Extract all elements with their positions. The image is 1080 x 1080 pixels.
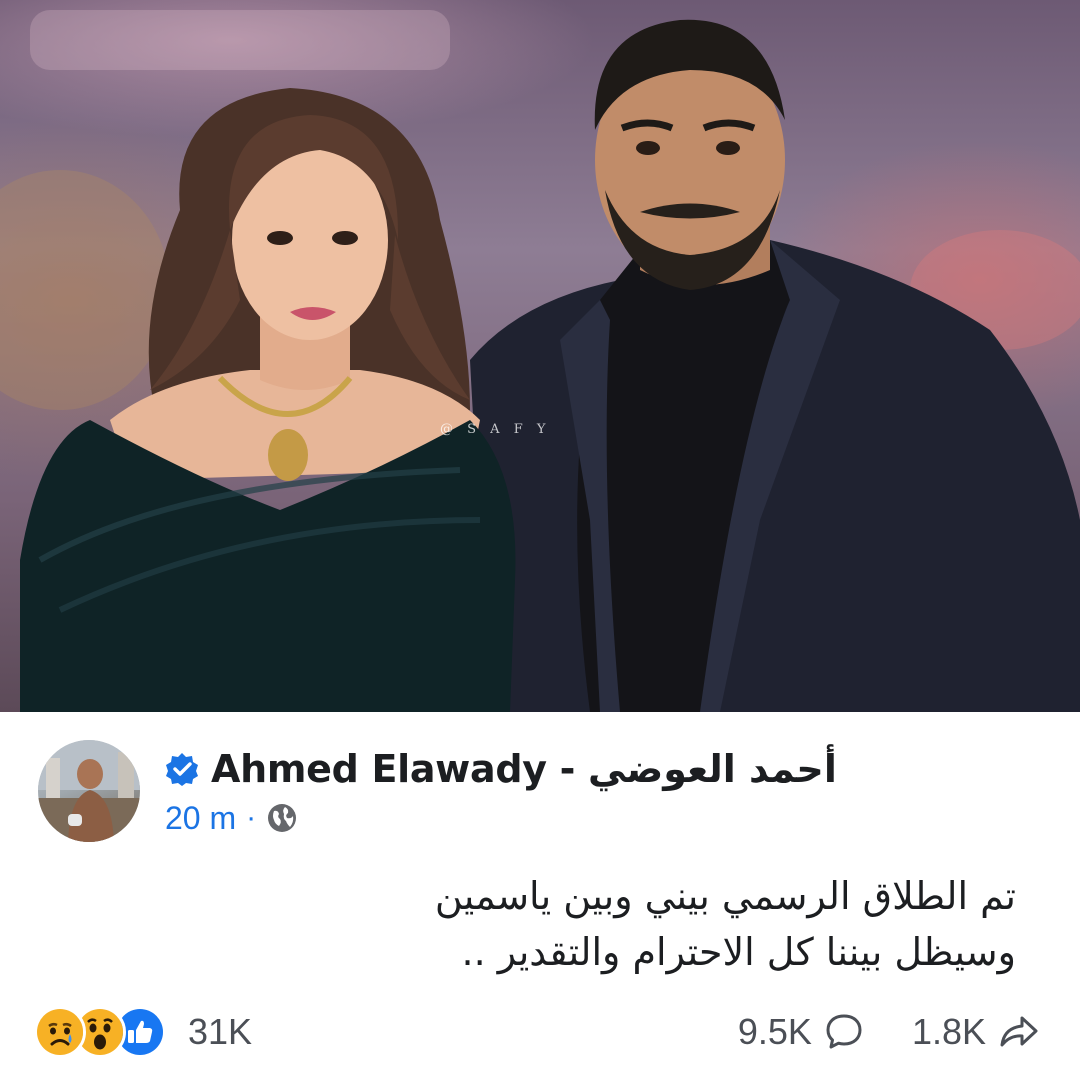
sad-icon xyxy=(34,1006,86,1058)
post-stats: 9.5K 1.8K xyxy=(738,1004,1040,1060)
share-icon[interactable] xyxy=(996,1010,1040,1054)
globe-icon[interactable] xyxy=(266,802,298,834)
reactions-summary[interactable]: 31K xyxy=(34,1004,252,1060)
author-avatar[interactable] xyxy=(38,740,140,842)
author-name[interactable]: Ahmed Elawady - أحمد العوضي xyxy=(211,747,837,791)
post-text-line: تم الطلاق الرسمي بيني وبين ياسمين xyxy=(434,874,1016,918)
post-photo[interactable]: @ S A F Y xyxy=(0,0,1080,712)
post-text: تم الطلاق الرسمي بيني وبين ياسمين وسيظل … xyxy=(196,868,1016,980)
post-meta: 20 m · xyxy=(165,798,298,838)
verified-badge-icon xyxy=(166,753,198,786)
post-time[interactable]: 20 m xyxy=(165,800,236,837)
photo-illustration xyxy=(0,10,1080,712)
share-count[interactable]: 1.8K xyxy=(912,1011,986,1053)
avatar-image xyxy=(38,740,140,842)
comment-icon[interactable] xyxy=(822,1010,866,1054)
photo-watermark: @ S A F Y xyxy=(440,422,551,437)
comment-count[interactable]: 9.5K xyxy=(738,1011,812,1053)
post-text-line: وسيظل بيننا كل الاحترام والتقدير .. xyxy=(461,930,1017,974)
reaction-count: 31K xyxy=(188,1011,253,1052)
post-header: Ahmed Elawady - أحمد العوضي xyxy=(165,742,837,796)
meta-separator: · xyxy=(246,801,257,834)
